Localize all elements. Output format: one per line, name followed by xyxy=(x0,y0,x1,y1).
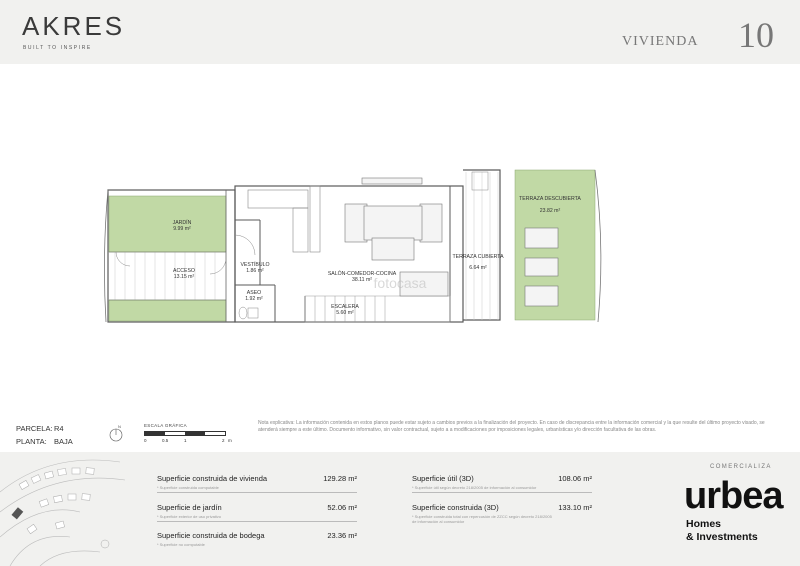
room-area-terraza-cubierta: 6.64 m² xyxy=(469,265,487,271)
area-divider xyxy=(412,492,592,493)
area-sublabel: * Superficie exterior de uso privativo xyxy=(157,514,222,519)
area-value: 133.10 m² xyxy=(558,503,592,512)
area-item-bodega: Superficie construida de bodega * Superf… xyxy=(157,531,357,547)
scale-unit: m xyxy=(228,438,232,443)
watermark: fotocasa xyxy=(374,275,427,291)
terrace-loungers xyxy=(524,227,559,307)
compass-letter: N xyxy=(118,424,121,429)
planta-label: PLANTA: xyxy=(16,437,47,446)
highlighted-unit xyxy=(11,507,24,520)
room-label-jardin: JARDÍN xyxy=(173,219,192,226)
area-item-jardin: Superficie de jardín * Superficie exteri… xyxy=(157,503,357,519)
kitchen-counter xyxy=(247,189,309,209)
urbea-tagline-line1: Homes xyxy=(686,518,722,530)
graphic-scale: ESCALA GRÁFICA 0 0.5 1 2 m xyxy=(144,423,234,446)
room-label-terraza-descubierta: TERRAZA DESCUBIERTA xyxy=(519,196,581,202)
urbea-tagline-line2: & Investments xyxy=(686,531,758,543)
plan-info: PARCELA: R4 PLANTA: BAJA xyxy=(16,422,73,448)
area-sublabel: * Superficie útil según decreto 218/2005… xyxy=(412,485,537,490)
area-value: 52.06 m² xyxy=(327,503,357,512)
garden-area-bottom xyxy=(108,299,227,322)
kitchen-island xyxy=(292,207,309,253)
area-item-construida: Superficie construida (3D) * Superficie … xyxy=(412,503,592,524)
boundary-curve-right xyxy=(594,169,602,323)
unit-label: VIVIENDA xyxy=(622,34,699,49)
comercializa-label: COMERCIALIZA xyxy=(710,464,772,470)
header: AKRES BUILT TO INSPIRE VIVIENDA 10 xyxy=(0,0,800,64)
parcela-value: R4 xyxy=(54,424,64,433)
room-area-jardin: 9.99 m² xyxy=(173,226,191,232)
urbea-logo: urbea xyxy=(684,475,783,517)
compass-icon: N xyxy=(109,424,123,442)
terraza-cubierta-paving xyxy=(465,172,499,320)
urbea-tagline: Homes & Investments xyxy=(686,518,758,544)
scale-ticks: 0 0.5 1 2 m xyxy=(144,438,234,446)
room-area-vestibulo: 1.86 m² xyxy=(246,268,264,274)
scale-tick: 2 xyxy=(222,438,225,443)
site-minimap xyxy=(0,459,126,566)
area-item-util: Superficie útil (3D) * Superficie útil s… xyxy=(412,474,592,490)
akres-logo: AKRES BUILT TO INSPIRE xyxy=(22,12,125,51)
sink xyxy=(247,307,259,319)
area-sublabel: * Superficie construida total con reperc… xyxy=(412,514,552,524)
scale-tick: 1 xyxy=(184,438,187,443)
area-sublabel: * Superficie no computable xyxy=(157,542,205,547)
scale-title: ESCALA GRÁFICA xyxy=(144,423,187,428)
room-label-vestibulo: VESTÍBULO xyxy=(240,261,269,268)
toilet xyxy=(238,306,248,320)
room-area-acceso: 13.15 m² xyxy=(174,274,195,280)
disclaimer-note: Nota explicativa: La información conteni… xyxy=(258,420,765,433)
staircase xyxy=(304,295,451,323)
scale-tick: 0.5 xyxy=(162,438,169,443)
area-value: 129.28 m² xyxy=(323,474,357,483)
room-label-terraza-cubierta: TERRAZA CUBIERTA xyxy=(452,254,504,260)
acceso-paving xyxy=(114,252,216,300)
logo-text: AKRES xyxy=(22,11,126,41)
area-sublabel: * Superficie construida computable xyxy=(157,485,219,490)
scale-tick: 0 xyxy=(144,438,147,443)
room-area-escalera: 5.60 m² xyxy=(336,310,354,316)
area-value: 108.06 m² xyxy=(558,474,592,483)
room-area-aseo: 1.92 m² xyxy=(245,296,263,302)
area-value: 23.36 m² xyxy=(327,531,357,540)
room-area-salon: 38.11 m² xyxy=(352,277,372,283)
garden-area xyxy=(108,195,227,253)
area-divider xyxy=(157,521,357,522)
room-area-terraza-descubierta: 23.82 m² xyxy=(540,208,561,214)
unit-number: 10 xyxy=(738,15,774,55)
planta-value: BAJA xyxy=(54,437,73,446)
logo-tagline: BUILT TO INSPIRE xyxy=(23,45,92,51)
area-item-vivienda: Superficie construida de vivienda * Supe… xyxy=(157,474,357,490)
scale-bar xyxy=(144,431,226,436)
floor-plan: JARDÍN 9.99 m² ACCESO 13.15 m² VESTÍBULO… xyxy=(104,169,602,323)
parcela-label: PARCELA: xyxy=(16,424,53,433)
area-divider xyxy=(157,492,357,493)
